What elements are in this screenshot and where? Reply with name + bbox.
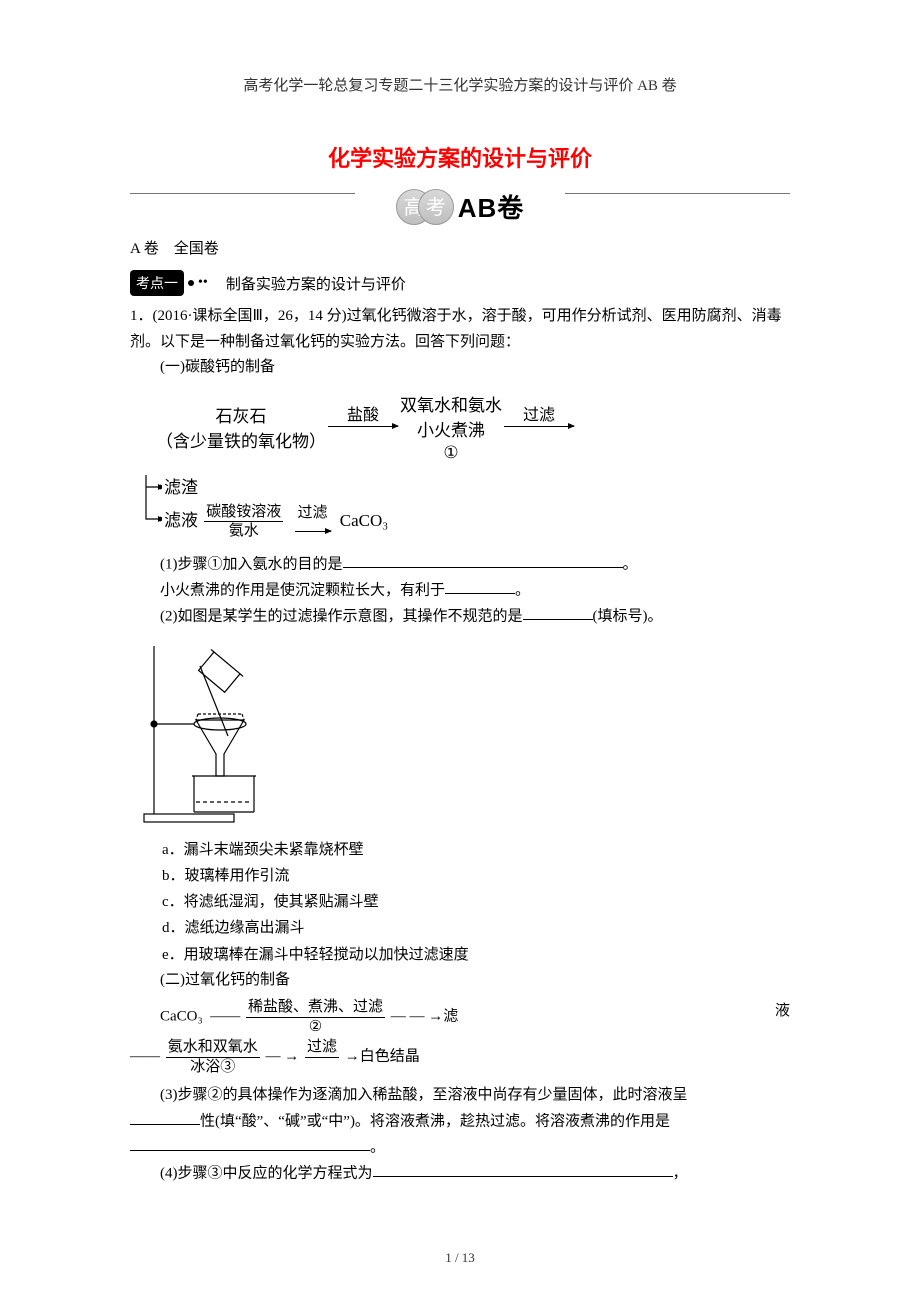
option-a: a．漏斗末端颈尖未紧靠烧杯壁 [162,837,790,863]
flow2-frac2-top: 氨水和双氧水 [166,1039,260,1056]
q1-3-line3: 。 [130,1135,790,1161]
q1-1-line1: (1)步骤①加入氨水的目的是 。 [130,552,790,578]
fill-blank[interactable] [130,1135,370,1152]
flow2-frac2-bot: 冰浴③ [166,1059,260,1076]
fill-blank[interactable] [523,604,593,621]
branch-filtrate-label: 滤液 [164,510,198,529]
arrow-right-icon [295,531,331,532]
q1-1-line2: 小火煮沸的作用是使沉淀颗粒长大，有利于 。 [130,578,790,604]
exam-point-badge: 考点一 [130,270,184,296]
flow1-step-number: ① [400,443,502,463]
flow-diagram-1-branch: 滤渣 滤液 碳酸铵溶液 氨水 过滤 CaCO₃ [132,473,790,540]
q1-2-options: a．漏斗末端颈尖未紧靠烧杯壁 b．玻璃棒用作引流 c．将滤纸湿润，使其紧贴漏斗壁… [162,837,790,968]
flow2-start: CaCO₃ [160,1009,203,1025]
arrow-right-icon [328,426,398,427]
flow2-mid2: — → [266,1049,300,1065]
q1-1-text-a: (1)步骤①加入氨水的目的是 [160,556,343,572]
option-e: e．用玻璃棒在漏斗中轻轻搅动以加快过滤速度 [162,942,790,968]
q1-2-line: (2)如图是某学生的过滤操作示意图，其操作不规范的是 (填标号)。 [130,604,790,630]
q1-part1-heading: (一)碳酸钙的制备 [130,355,790,381]
q1-4-line: (4)步骤③中反应的化学方程式为 ， [130,1161,790,1187]
option-c: c．将滤纸湿润，使其紧贴漏斗壁 [162,889,790,915]
q1-2-text: (2)如图是某学生的过滤操作示意图，其操作不规范的是 [160,608,523,624]
badge-rule-right [565,193,790,194]
badge-rule-left [130,193,355,194]
fill-blank[interactable] [343,552,623,569]
q1-3-text-b: 性(填“酸”、“碱”或“中”)。将溶液煮沸，趁热过滤。将溶液煮沸的作用是 [200,1113,670,1129]
q1-3-line2: 性(填“酸”、“碱”或“中”)。将溶液煮沸，趁热过滤。将溶液煮沸的作用是 [130,1109,790,1135]
branch-arrow-label: 过滤 [292,505,334,522]
branch-bracket-icon [132,475,162,527]
flow2-product: →白色结晶 [345,1049,420,1065]
flow1-arr2-label: 过滤 [504,408,574,424]
page-footer: 1 / 13 [0,1250,920,1266]
q1-part2-heading: (二)过氧化钙的制备 [130,968,790,994]
exam-point-text: 制备实验方案的设计与评价 [226,273,406,294]
flow2-frac1-top: 稀盐酸、煮沸、过滤 [246,999,385,1016]
flow1-mid-bot: 小火煮沸 [417,421,485,440]
period: 。 [515,582,530,598]
flow2-frac1: 稀盐酸、煮沸、过滤 ② [246,999,385,1035]
branch-product: CaCO₃ [340,510,388,529]
flow1-arr1-label: 盐酸 [328,408,398,424]
q1-3-line1: (3)步骤②的具体操作为逐滴加入稀盐酸，至溶液中尚存有少量固体，此时溶液呈 [130,1083,790,1109]
flow-diagram-1: 石灰石 （含少量铁的氧化物） 盐酸 双氧水和氨水 小火煮沸 ① 过滤 [156,391,790,463]
branch-frac-bot: 氨水 [204,523,283,540]
arrow-right-icon [504,426,574,427]
ab-badge: 高 考 AB卷 [130,169,790,225]
fill-blank[interactable] [445,578,515,595]
flow1-mid-top: 双氧水和氨水 [400,396,502,415]
option-b: b．玻璃棒用作引流 [162,863,790,889]
flow2-frac2: 氨水和双氧水 冰浴③ [166,1039,260,1075]
q1-stem: 1．(2016·课标全国Ⅲ，26，14 分)过氧化钙微溶于水，溶于酸，可用作分析… [130,304,790,355]
flow2-right-char: 液 [775,999,790,1023]
period: 。 [623,556,638,572]
paren-label: (填标号)。 [593,608,663,624]
branch-frac-top: 碳酸铵溶液 [204,504,283,521]
period: 。 [370,1139,385,1155]
fill-blank[interactable] [130,1109,200,1126]
branch-row-residue: 滤渣 [164,473,790,498]
flow2-arrow-label: 过滤 [305,1039,339,1056]
flow-diagram-2: CaCO₃ —— 稀盐酸、煮沸、过滤 ② — — →滤 液 —— 氨水和双氧水 … [160,999,790,1075]
q1-1-text-b: 小火煮沸的作用是使沉淀颗粒长大，有利于 [160,582,445,598]
volume-a-label: A 卷 全国卷 [130,237,790,258]
running-header: 高考化学一轮总复习专题二十三化学实验方案的设计与评价 AB 卷 [130,74,790,95]
q1-3-text-a: (3)步骤②的具体操作为逐滴加入稀盐酸，至溶液中尚存有少量固体，此时溶液呈 [160,1087,688,1103]
flow1-start-bot: （含少量铁的氧化物） [156,432,326,451]
branch-row-filtrate: 滤液 碳酸铵溶液 氨水 过滤 CaCO₃ [164,504,790,540]
flow2-frac1-bot: ② [246,1019,385,1036]
flow1-start-top: 石灰石 [216,407,267,426]
fill-blank[interactable] [373,1161,673,1178]
option-d: d．滤纸边缘高出漏斗 [162,915,790,941]
exam-point-row: 考点一 •• 制备实验方案的设计与评价 [130,270,790,296]
q1-4-text: (4)步骤③中反应的化学方程式为 [160,1165,373,1181]
flow2-mid1: — →滤 [410,1009,459,1025]
comma: ， [673,1165,688,1181]
filtration-apparatus-figure [142,636,790,831]
exam-point-dots-icon: •• [198,275,208,291]
branch-frac: 碳酸铵溶液 氨水 [204,504,283,540]
